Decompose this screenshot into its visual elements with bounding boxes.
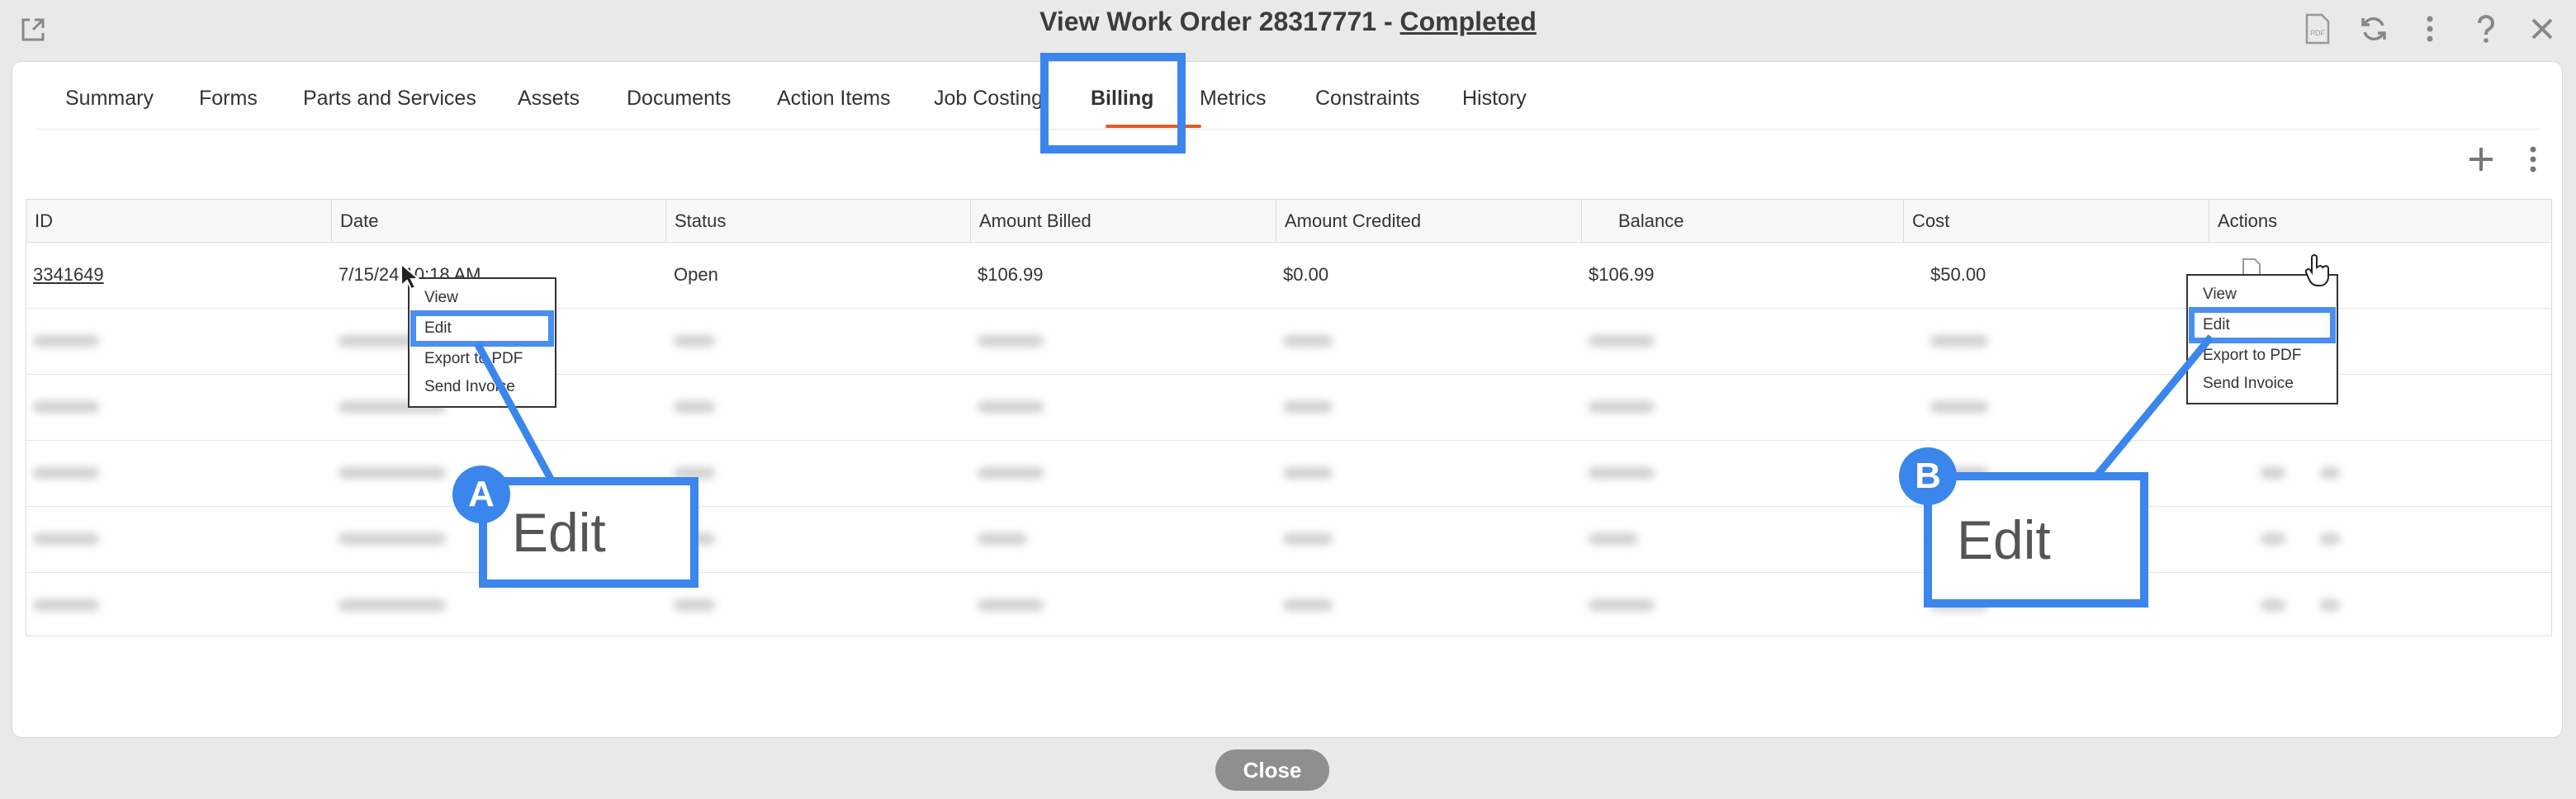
work-order-title: View Work Order 28317771 -: [1039, 7, 1393, 36]
tab-bar: Summary Forms Parts and Services Assets …: [37, 62, 2539, 130]
close-button[interactable]: Close: [1215, 749, 1329, 791]
invoice-billed: $106.99: [978, 264, 1044, 285]
col-balance[interactable]: Balance: [1581, 200, 1903, 243]
tab-summary[interactable]: Summary: [65, 87, 154, 111]
tab-assets[interactable]: Assets: [518, 87, 580, 111]
help-icon[interactable]: [2469, 12, 2503, 46]
menu-item-send-invoice[interactable]: Send Invoice: [410, 373, 555, 401]
menu-item-export-pdf[interactable]: Export to PDF: [410, 345, 555, 373]
table-row: [26, 441, 2551, 507]
billing-tab-highlight: [1040, 53, 1186, 154]
refresh-icon[interactable]: [2356, 12, 2391, 46]
close-icon[interactable]: [2525, 12, 2559, 46]
tab-forms[interactable]: Forms: [199, 87, 258, 111]
menu-item-view[interactable]: View: [410, 284, 555, 312]
callout-b-badge: B: [1899, 447, 1957, 505]
tab-history[interactable]: History: [1462, 87, 1527, 111]
invoice-status: Open: [674, 264, 718, 285]
table-more-icon[interactable]: [2529, 146, 2537, 177]
hand-pointer-icon: [2304, 254, 2332, 291]
work-order-status[interactable]: Completed: [1400, 7, 1537, 36]
invoice-balance: $106.99: [1589, 264, 1655, 285]
menu-item-send-invoice[interactable]: Send Invoice: [2188, 370, 2337, 398]
col-amount-credited[interactable]: Amount Credited: [1276, 200, 1581, 243]
svg-text:PDF: PDF: [2310, 29, 2326, 37]
tab-parts-and-services[interactable]: Parts and Services: [303, 87, 476, 111]
tab-documents[interactable]: Documents: [627, 87, 731, 111]
window-title: View Work Order 28317771 - Completed: [0, 7, 2576, 37]
menu-item-edit[interactable]: Edit: [410, 310, 554, 347]
row-actions-menu-b: View Edit Export to PDF Send Invoice: [2186, 274, 2338, 404]
table-row: [26, 507, 2551, 573]
col-cost[interactable]: Cost: [1903, 200, 2209, 243]
callout-b-box: Edit: [1924, 472, 2148, 608]
table-row: [26, 375, 2551, 441]
pdf-icon[interactable]: PDF: [2300, 12, 2335, 46]
plus-icon[interactable]: [2468, 146, 2494, 177]
tab-constraints[interactable]: Constraints: [1315, 87, 1419, 111]
col-amount-billed[interactable]: Amount Billed: [970, 200, 1276, 243]
invoice-cost: $50.00: [1930, 264, 1986, 285]
table-header: ID Date Status Amount Billed Amount Cred…: [26, 200, 2551, 243]
menu-item-export-pdf[interactable]: Export to PDF: [2188, 342, 2337, 370]
invoice-credited: $0.00: [1283, 264, 1329, 285]
table-row: [26, 309, 2551, 375]
tab-job-costing[interactable]: Job Costing: [934, 87, 1043, 111]
work-order-panel: Summary Forms Parts and Services Assets …: [12, 61, 2563, 738]
table-row: [26, 573, 2551, 639]
callout-a-badge: A: [452, 466, 510, 523]
mouse-cursor-icon: [400, 262, 421, 295]
callout-a-box: Edit: [479, 477, 698, 588]
invoice-id-link[interactable]: 3341649: [33, 264, 104, 286]
callout-b-label: Edit: [1957, 509, 2051, 570]
col-date[interactable]: Date: [331, 200, 665, 243]
row-actions-menu-a: View Edit Export to PDF Send Invoice: [408, 277, 556, 408]
col-status[interactable]: Status: [665, 200, 970, 243]
tab-metrics[interactable]: Metrics: [1200, 87, 1267, 111]
title-bar: View Work Order 28317771 - Completed PDF: [0, 0, 2576, 59]
col-id[interactable]: ID: [26, 200, 331, 243]
menu-item-edit[interactable]: Edit: [2189, 307, 2336, 343]
col-actions: Actions: [2209, 200, 2553, 243]
tab-action-items[interactable]: Action Items: [777, 87, 891, 111]
more-vertical-icon[interactable]: [2413, 12, 2447, 46]
